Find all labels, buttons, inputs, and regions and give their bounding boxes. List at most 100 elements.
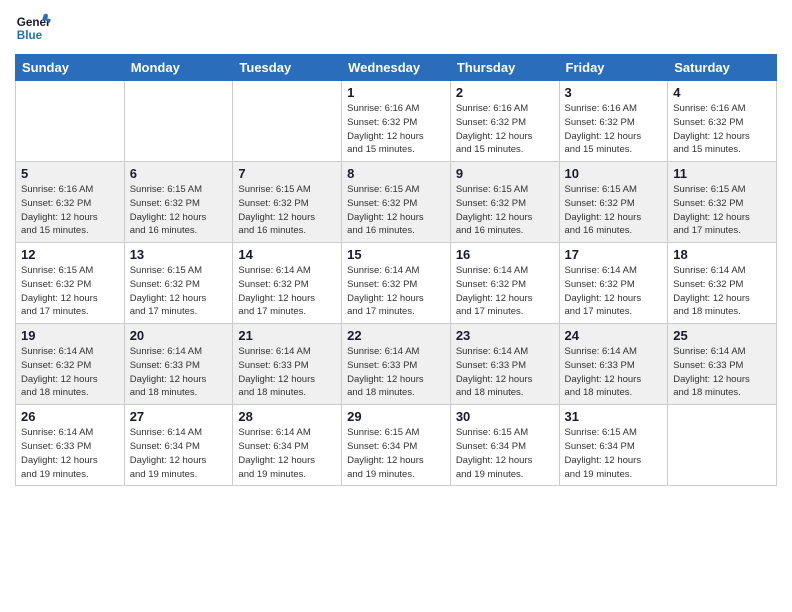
calendar-cell: 2 Sunrise: 6:16 AM Sunset: 6:32 PM Daylig… xyxy=(450,81,559,162)
calendar-week-row: 12 Sunrise: 6:15 AM Sunset: 6:32 PM Dayli… xyxy=(16,243,777,324)
calendar-cell: 18 Sunrise: 6:14 AM Sunset: 6:32 PM Dayli… xyxy=(668,243,777,324)
day-info: Sunrise: 6:14 AM Sunset: 6:33 PM Dayligh… xyxy=(347,345,445,400)
calendar-week-row: 1 Sunrise: 6:16 AM Sunset: 6:32 PM Daylig… xyxy=(16,81,777,162)
day-number: 3 xyxy=(565,85,663,100)
day-info: Sunrise: 6:15 AM Sunset: 6:32 PM Dayligh… xyxy=(130,264,228,319)
day-number: 7 xyxy=(238,166,336,181)
calendar-cell: 25 Sunrise: 6:14 AM Sunset: 6:33 PM Dayli… xyxy=(668,324,777,405)
day-number: 20 xyxy=(130,328,228,343)
weekday-header-tuesday: Tuesday xyxy=(233,55,342,81)
day-number: 14 xyxy=(238,247,336,262)
day-number: 2 xyxy=(456,85,554,100)
calendar-cell xyxy=(233,81,342,162)
day-info: Sunrise: 6:16 AM Sunset: 6:32 PM Dayligh… xyxy=(673,102,771,157)
calendar-cell: 27Sunrise: 6:14 AM Sunset: 6:34 PM Dayli… xyxy=(124,405,233,486)
day-number: 1 xyxy=(347,85,445,100)
day-number: 12 xyxy=(21,247,119,262)
calendar-cell: 13 Sunrise: 6:15 AM Sunset: 6:32 PM Dayli… xyxy=(124,243,233,324)
calendar-cell: 29 Sunrise: 6:15 AM Sunset: 6:34 PM Dayli… xyxy=(342,405,451,486)
day-number: 30 xyxy=(456,409,554,424)
calendar-cell: 10 Sunrise: 6:15 AM Sunset: 6:32 PM Dayli… xyxy=(559,162,668,243)
calendar-cell: 19 Sunrise: 6:14 AM Sunset: 6:32 PM Dayli… xyxy=(16,324,125,405)
day-info: Sunrise: 6:15 AM Sunset: 6:32 PM Dayligh… xyxy=(456,183,554,238)
weekday-header-monday: Monday xyxy=(124,55,233,81)
day-info: Sunrise: 6:14 AM Sunset: 6:33 PM Dayligh… xyxy=(238,345,336,400)
calendar-cell: 14Sunrise: 6:14 AM Sunset: 6:32 PM Dayli… xyxy=(233,243,342,324)
day-info: Sunrise: 6:14 AM Sunset: 6:32 PM Dayligh… xyxy=(673,264,771,319)
logo: General Blue xyxy=(15,10,51,46)
day-number: 11 xyxy=(673,166,771,181)
calendar-cell xyxy=(124,81,233,162)
day-number: 6 xyxy=(130,166,228,181)
page: General Blue SundayMondayTuesdayWednesda… xyxy=(0,0,792,496)
day-number: 28 xyxy=(238,409,336,424)
weekday-header-saturday: Saturday xyxy=(668,55,777,81)
calendar-cell: 8 Sunrise: 6:15 AM Sunset: 6:32 PM Daylig… xyxy=(342,162,451,243)
day-number: 23 xyxy=(456,328,554,343)
calendar-cell: 1 Sunrise: 6:16 AM Sunset: 6:32 PM Daylig… xyxy=(342,81,451,162)
calendar-cell: 21 Sunrise: 6:14 AM Sunset: 6:33 PM Dayli… xyxy=(233,324,342,405)
calendar-cell: 15Sunrise: 6:14 AM Sunset: 6:32 PM Dayli… xyxy=(342,243,451,324)
day-number: 29 xyxy=(347,409,445,424)
day-number: 8 xyxy=(347,166,445,181)
day-number: 31 xyxy=(565,409,663,424)
day-info: Sunrise: 6:15 AM Sunset: 6:32 PM Dayligh… xyxy=(673,183,771,238)
calendar-cell: 23 Sunrise: 6:14 AM Sunset: 6:33 PM Dayli… xyxy=(450,324,559,405)
calendar-cell: 26Sunrise: 6:14 AM Sunset: 6:33 PM Dayli… xyxy=(16,405,125,486)
day-number: 10 xyxy=(565,166,663,181)
day-info: Sunrise: 6:14 AM Sunset: 6:33 PM Dayligh… xyxy=(130,345,228,400)
calendar-cell: 3 Sunrise: 6:16 AM Sunset: 6:32 PM Daylig… xyxy=(559,81,668,162)
logo-icon: General Blue xyxy=(15,10,51,46)
day-number: 18 xyxy=(673,247,771,262)
weekday-header-row: SundayMondayTuesdayWednesdayThursdayFrid… xyxy=(16,55,777,81)
day-info: Sunrise: 6:15 AM Sunset: 6:32 PM Dayligh… xyxy=(238,183,336,238)
day-number: 24 xyxy=(565,328,663,343)
day-number: 9 xyxy=(456,166,554,181)
day-info: Sunrise: 6:14 AM Sunset: 6:32 PM Dayligh… xyxy=(456,264,554,319)
header: General Blue xyxy=(15,10,777,46)
day-info: Sunrise: 6:14 AM Sunset: 6:33 PM Dayligh… xyxy=(673,345,771,400)
day-info: Sunrise: 6:15 AM Sunset: 6:34 PM Dayligh… xyxy=(347,426,445,481)
calendar-cell: 12Sunrise: 6:15 AM Sunset: 6:32 PM Dayli… xyxy=(16,243,125,324)
day-info: Sunrise: 6:14 AM Sunset: 6:32 PM Dayligh… xyxy=(565,264,663,319)
day-info: Sunrise: 6:14 AM Sunset: 6:34 PM Dayligh… xyxy=(238,426,336,481)
calendar-cell: 6 Sunrise: 6:15 AM Sunset: 6:32 PM Daylig… xyxy=(124,162,233,243)
day-info: Sunrise: 6:14 AM Sunset: 6:32 PM Dayligh… xyxy=(21,345,119,400)
calendar-cell: 24 Sunrise: 6:14 AM Sunset: 6:33 PM Dayli… xyxy=(559,324,668,405)
day-number: 22 xyxy=(347,328,445,343)
day-number: 16 xyxy=(456,247,554,262)
calendar-cell: 30 Sunrise: 6:15 AM Sunset: 6:34 PM Dayli… xyxy=(450,405,559,486)
calendar-cell: 11 Sunrise: 6:15 AM Sunset: 6:32 PM Dayli… xyxy=(668,162,777,243)
calendar-cell xyxy=(668,405,777,486)
calendar-table: SundayMondayTuesdayWednesdayThursdayFrid… xyxy=(15,54,777,486)
day-info: Sunrise: 6:14 AM Sunset: 6:34 PM Dayligh… xyxy=(130,426,228,481)
svg-text:Blue: Blue xyxy=(17,29,43,42)
calendar-cell: 31 Sunrise: 6:15 AM Sunset: 6:34 PM Dayli… xyxy=(559,405,668,486)
calendar-cell: 4Sunrise: 6:16 AM Sunset: 6:32 PM Daylig… xyxy=(668,81,777,162)
calendar-cell: 7 Sunrise: 6:15 AM Sunset: 6:32 PM Daylig… xyxy=(233,162,342,243)
day-info: Sunrise: 6:15 AM Sunset: 6:34 PM Dayligh… xyxy=(565,426,663,481)
calendar-cell: 22 Sunrise: 6:14 AM Sunset: 6:33 PM Dayli… xyxy=(342,324,451,405)
day-number: 17 xyxy=(565,247,663,262)
calendar-cell xyxy=(16,81,125,162)
day-info: Sunrise: 6:16 AM Sunset: 6:32 PM Dayligh… xyxy=(347,102,445,157)
day-number: 25 xyxy=(673,328,771,343)
calendar-cell: 16 Sunrise: 6:14 AM Sunset: 6:32 PM Dayli… xyxy=(450,243,559,324)
day-info: Sunrise: 6:15 AM Sunset: 6:32 PM Dayligh… xyxy=(130,183,228,238)
calendar-cell: 20 Sunrise: 6:14 AM Sunset: 6:33 PM Dayli… xyxy=(124,324,233,405)
day-info: Sunrise: 6:15 AM Sunset: 6:32 PM Dayligh… xyxy=(347,183,445,238)
weekday-header-wednesday: Wednesday xyxy=(342,55,451,81)
day-info: Sunrise: 6:15 AM Sunset: 6:34 PM Dayligh… xyxy=(456,426,554,481)
calendar-week-row: 19 Sunrise: 6:14 AM Sunset: 6:32 PM Dayli… xyxy=(16,324,777,405)
day-info: Sunrise: 6:16 AM Sunset: 6:32 PM Dayligh… xyxy=(456,102,554,157)
calendar-cell: 5Sunrise: 6:16 AM Sunset: 6:32 PM Daylig… xyxy=(16,162,125,243)
day-number: 21 xyxy=(238,328,336,343)
day-number: 19 xyxy=(21,328,119,343)
day-info: Sunrise: 6:14 AM Sunset: 6:33 PM Dayligh… xyxy=(565,345,663,400)
day-info: Sunrise: 6:14 AM Sunset: 6:33 PM Dayligh… xyxy=(456,345,554,400)
day-number: 26 xyxy=(21,409,119,424)
day-number: 15 xyxy=(347,247,445,262)
day-info: Sunrise: 6:16 AM Sunset: 6:32 PM Dayligh… xyxy=(565,102,663,157)
day-number: 13 xyxy=(130,247,228,262)
day-info: Sunrise: 6:15 AM Sunset: 6:32 PM Dayligh… xyxy=(565,183,663,238)
